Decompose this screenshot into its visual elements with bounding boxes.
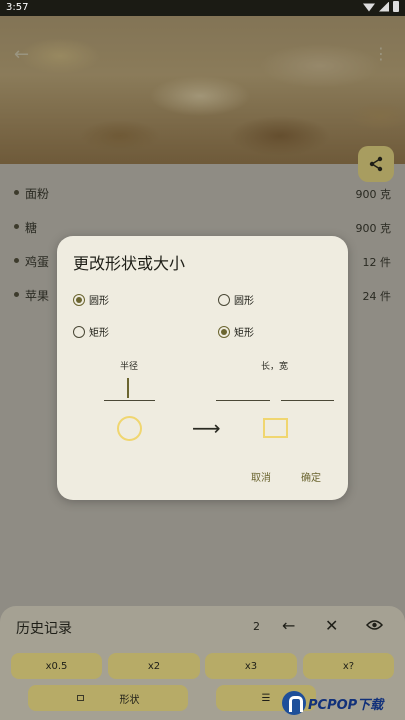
to-circle-option[interactable]: 圆形 bbox=[218, 292, 254, 307]
radio-unselected-icon[interactable] bbox=[218, 293, 230, 306]
more-vert-icon[interactable]: ⋮ bbox=[373, 44, 389, 63]
ingredient-name: 苹果 bbox=[25, 289, 50, 303]
arrow-left-icon[interactable]: ← bbox=[282, 616, 295, 635]
multiply-custom-button[interactable]: x? bbox=[303, 653, 394, 679]
close-icon[interactable]: ✕ bbox=[325, 616, 338, 635]
multiply-half-button[interactable]: x0.5 bbox=[11, 653, 102, 679]
circle-shape-icon bbox=[117, 416, 142, 441]
ingredient-qty: 24 件 bbox=[362, 290, 392, 303]
signal-icon bbox=[379, 1, 389, 12]
pcpop-logo-icon bbox=[282, 691, 306, 715]
eye-icon[interactable] bbox=[365, 616, 384, 635]
status-bar: 3:57 bbox=[0, 0, 405, 16]
length-width-label: 长，宽 bbox=[261, 362, 289, 372]
arrow-right-icon: ⟶ bbox=[192, 416, 221, 440]
share-button[interactable] bbox=[358, 146, 394, 182]
ingredient-row: 面粉 900 克 bbox=[0, 180, 405, 214]
shape-button[interactable]: 形状 bbox=[28, 685, 188, 711]
share-icon bbox=[369, 156, 383, 172]
ingredient-qty: 12 件 bbox=[362, 256, 392, 269]
ok-button[interactable]: 确定 bbox=[301, 469, 321, 484]
wifi-icon bbox=[363, 3, 375, 12]
ingredient-name: 鸡蛋 bbox=[25, 255, 50, 269]
status-time: 3:57 bbox=[6, 2, 29, 13]
to-rectangle-option[interactable]: 矩形 bbox=[218, 324, 254, 339]
bullet-icon bbox=[14, 292, 19, 297]
radio-unselected-icon[interactable] bbox=[73, 325, 85, 338]
from-circle-option[interactable]: 圆形 bbox=[73, 292, 109, 307]
ingredient-qty: 900 克 bbox=[355, 222, 392, 235]
ingredient-qty: 900 克 bbox=[355, 188, 392, 201]
rectangle-shape-icon bbox=[263, 418, 288, 438]
multiply-3-button[interactable]: x3 bbox=[205, 653, 297, 679]
ingredient-name: 糖 bbox=[25, 221, 38, 235]
bullet-icon bbox=[14, 258, 19, 263]
dialog-title: 更改形状或大小 bbox=[73, 254, 186, 273]
radius-input[interactable] bbox=[104, 400, 155, 401]
back-arrow-icon[interactable]: ← bbox=[14, 44, 29, 65]
radio-selected-icon[interactable] bbox=[73, 293, 85, 306]
recipe-hero-image: ← ⋮ bbox=[0, 16, 405, 164]
ingredient-name: 面粉 bbox=[25, 187, 50, 201]
history-count: 2 bbox=[253, 620, 260, 633]
radio-selected-icon[interactable] bbox=[218, 325, 230, 338]
bullet-icon bbox=[14, 190, 19, 195]
bullet-icon bbox=[14, 224, 19, 229]
shape-icon bbox=[76, 695, 84, 701]
pcpop-watermark: PCPOP下载 bbox=[282, 686, 405, 720]
width-input[interactable] bbox=[281, 400, 334, 401]
from-rectangle-option[interactable]: 矩形 bbox=[73, 324, 109, 339]
length-input[interactable] bbox=[216, 400, 270, 401]
radius-cursor bbox=[127, 378, 129, 398]
cancel-button[interactable]: 取消 bbox=[251, 469, 271, 484]
list-icon: ☰ bbox=[261, 692, 271, 704]
change-shape-dialog: 更改形状或大小 圆形 矩形 圆形 矩形 半径 长，宽 ⟶ 取消 确定 bbox=[57, 236, 348, 500]
multiply-2-button[interactable]: x2 bbox=[108, 653, 200, 679]
history-title: 历史记录 bbox=[16, 621, 72, 637]
battery-icon bbox=[393, 1, 399, 12]
radius-label: 半径 bbox=[120, 362, 139, 372]
